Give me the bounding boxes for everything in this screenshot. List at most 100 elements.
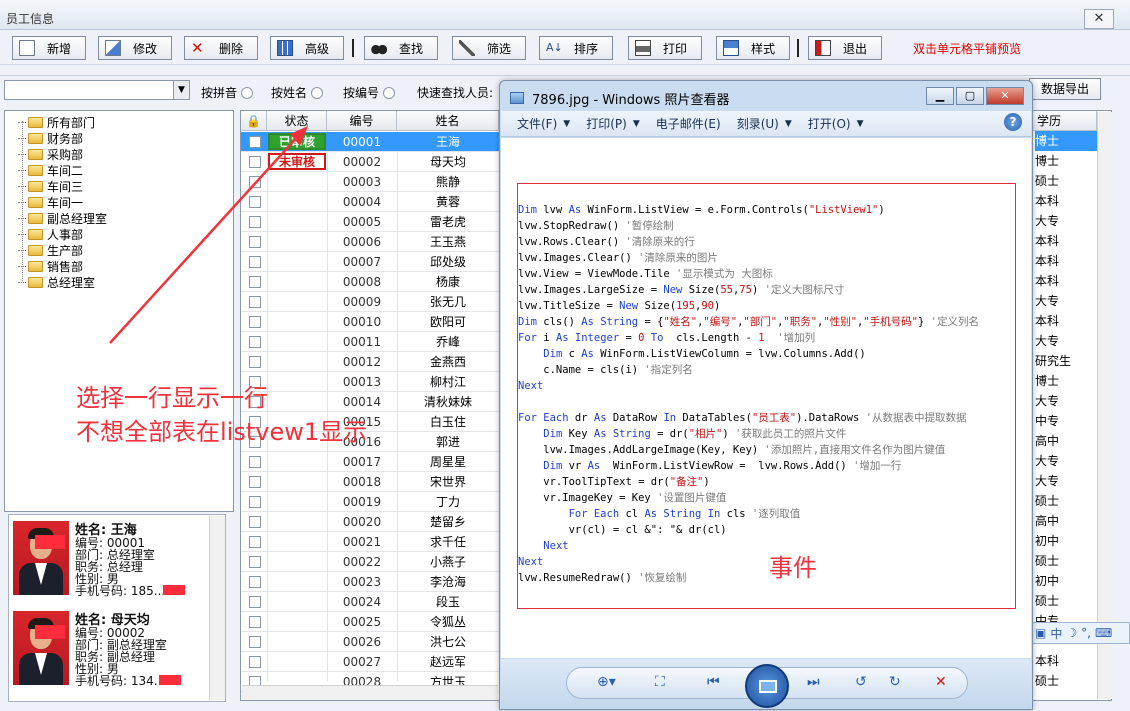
table-row[interactable]: 00019 丁力 [241, 492, 499, 512]
cell-education[interactable]: 硕士 [1035, 551, 1099, 571]
table-row[interactable]: 00017 周星星 [241, 452, 499, 472]
table-row[interactable]: 00026 洪七公 [241, 632, 499, 652]
tree-item[interactable]: 车间三 [18, 178, 83, 194]
tree-item[interactable]: 销售部 [18, 258, 83, 274]
cell-education[interactable]: 高中 [1035, 511, 1099, 531]
print-button[interactable]: 打印 [628, 36, 702, 60]
cell-education[interactable]: 大专 [1035, 471, 1099, 491]
previous-icon[interactable]: ⏮ [707, 674, 720, 690]
cell-education[interactable]: 本科 [1035, 271, 1099, 291]
cell-education[interactable]: 硕士 [1035, 491, 1099, 511]
cell-education[interactable]: 大专 [1035, 211, 1099, 231]
cell-education[interactable]: 本科 [1035, 231, 1099, 251]
row-checkbox[interactable] [249, 656, 261, 668]
cell-education[interactable]: 硕士 [1035, 591, 1099, 611]
cell-education[interactable]: 博士 [1035, 151, 1099, 171]
header-education[interactable]: 学历 [1033, 111, 1097, 131]
cell-education[interactable]: 初中 [1035, 571, 1099, 591]
delete-button[interactable]: ✕ 删除 [184, 36, 258, 60]
row-checkbox[interactable] [249, 596, 261, 608]
rotate-left-icon[interactable]: ↺ [855, 674, 867, 690]
row-checkbox[interactable] [249, 456, 261, 468]
menu-file[interactable]: 文件(F) ▼ [517, 115, 570, 132]
radio-number[interactable]: 按编号 [343, 84, 396, 101]
cell-education[interactable]: 博士 [1035, 131, 1098, 151]
tree-item[interactable]: 副总经理室 [18, 210, 107, 226]
chevron-down-icon[interactable]: ▼ [173, 81, 189, 99]
table-row[interactable]: 00021 求千任 [241, 532, 499, 552]
exit-button[interactable]: 退出 [808, 36, 882, 60]
row-checkbox[interactable] [249, 616, 261, 628]
maximize-button[interactable]: ▢ [956, 87, 984, 105]
tree-item[interactable]: 所有部门 [18, 114, 95, 130]
row-checkbox[interactable] [249, 536, 261, 548]
slideshow-button[interactable] [745, 664, 789, 708]
cell-education[interactable]: 大专 [1035, 331, 1099, 351]
cell-education[interactable]: 本科 [1035, 651, 1099, 671]
table-row[interactable]: 00022 小燕子 [241, 552, 499, 572]
sort-button[interactable]: A↓ 排序 [539, 36, 613, 60]
employee-card[interactable]: 姓名: 母天均 编号: 00002 部门: 副总经理室 职务: 副总经理 性别:… [13, 607, 213, 691]
radio-name[interactable]: 按姓名 [271, 84, 324, 101]
cell-education[interactable]: 大专 [1035, 391, 1099, 411]
cell-education[interactable]: 本科 [1035, 251, 1099, 271]
table-row[interactable]: 00023 李沧海 [241, 572, 499, 592]
radio-circle-icon[interactable] [311, 86, 324, 99]
department-combo[interactable]: ▼ [4, 80, 190, 100]
filter-button[interactable]: 筛选 [452, 36, 526, 60]
tree-item[interactable]: 车间二 [18, 162, 83, 178]
table-row[interactable]: 00027 赵远军 [241, 652, 499, 672]
cell-education[interactable]: 大专 [1035, 291, 1099, 311]
cell-education[interactable]: 本科 [1035, 191, 1099, 211]
header-name[interactable]: 姓名 [397, 111, 499, 131]
table-row[interactable]: 00018 宋世界 [241, 472, 499, 492]
tree-item[interactable]: 总经理室 [18, 274, 95, 290]
grid-horizontal-scrollbar[interactable] [242, 685, 498, 700]
help-icon[interactable]: ? [1004, 113, 1022, 131]
employee-card[interactable]: 姓名: 王海 编号: 00001 部门: 总经理室 职务: 总经理 性别: 男 … [13, 517, 213, 601]
export-button[interactable]: 数据导出 [1029, 78, 1101, 100]
ime-toolbar[interactable]: ▣ 中 ☽ °, ⌨ [1030, 622, 1130, 644]
table-row[interactable]: 00025 令狐丛 [241, 612, 499, 632]
actual-size-icon[interactable]: ⛶ [655, 674, 665, 690]
cell-education[interactable]: 中专 [1035, 411, 1099, 431]
cell-education[interactable]: 初中 [1035, 531, 1099, 551]
edit-button[interactable]: 修改 [98, 36, 172, 60]
cell-education[interactable]: 高中 [1035, 431, 1099, 451]
photo-viewer-window[interactable]: 7896.jpg - Windows 照片查看器 ▁ ▢ ✕ 文件(F) ▼ 打印… [499, 80, 1033, 710]
menu-print[interactable]: 打印(P) ▼ [586, 115, 640, 132]
cell-education[interactable]: 研究生 [1035, 351, 1099, 371]
tree-item[interactable]: 车间一 [18, 194, 83, 210]
find-button[interactable]: 查找 [364, 36, 438, 60]
style-button[interactable]: 样式 [716, 36, 790, 60]
next-icon[interactable]: ⏭ [807, 674, 820, 690]
tree-item[interactable]: 生产部 [18, 242, 83, 258]
menu-burn[interactable]: 刻录(U) ▼ [737, 115, 792, 132]
cell-education[interactable]: 硕士 [1035, 171, 1099, 191]
delete-icon[interactable]: ✕ [935, 674, 947, 690]
row-checkbox[interactable] [249, 516, 261, 528]
radio-circle-icon[interactable] [383, 86, 396, 99]
tree-item[interactable]: 人事部 [18, 226, 83, 242]
row-checkbox[interactable] [249, 556, 261, 568]
radio-circle-icon[interactable] [241, 86, 254, 99]
tree-item[interactable]: 采购部 [18, 146, 83, 162]
advanced-button[interactable]: 高级 [270, 36, 344, 60]
tree-item[interactable]: 财务部 [18, 130, 83, 146]
viewer-close-button[interactable]: ✕ [986, 87, 1024, 105]
close-button[interactable]: ✕ [1084, 9, 1114, 29]
rotate-right-icon[interactable]: ↻ [889, 674, 901, 690]
table-row[interactable]: 00013 柳村江 [241, 372, 499, 392]
menu-email[interactable]: 电子邮件(E) [656, 115, 721, 132]
grid-vertical-scrollbar[interactable] [1097, 112, 1112, 699]
cell-education[interactable]: 本科 [1035, 311, 1099, 331]
cell-education[interactable]: 博士 [1035, 371, 1099, 391]
menu-open[interactable]: 打开(O) ▼ [808, 115, 864, 132]
row-checkbox[interactable] [249, 496, 261, 508]
ime-language[interactable]: 中 [1050, 625, 1062, 642]
table-row[interactable]: 00024 段玉 [241, 592, 499, 612]
cell-education[interactable]: 大专 [1035, 451, 1099, 471]
row-checkbox[interactable] [249, 576, 261, 588]
zoom-icon[interactable]: ⊕▾ [597, 674, 616, 690]
header-id[interactable]: 编号 [327, 111, 397, 131]
